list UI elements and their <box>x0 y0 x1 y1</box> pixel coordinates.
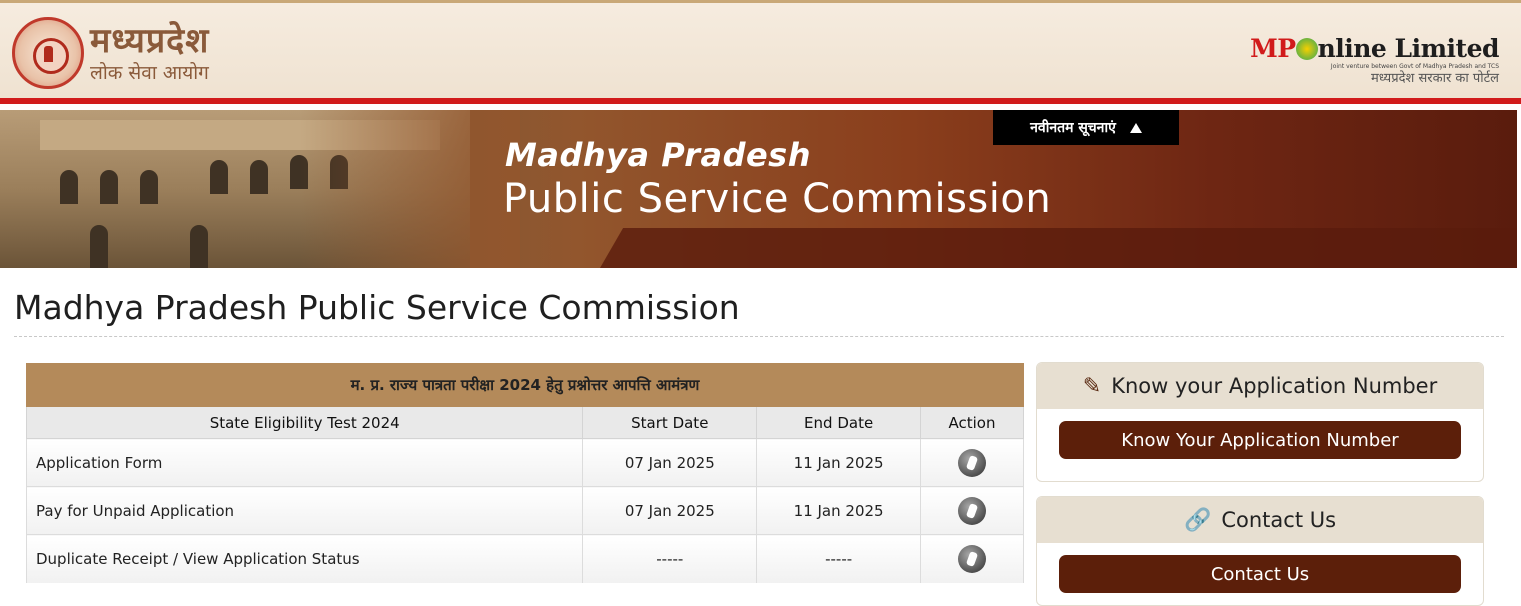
banner-title-line2: Public Service Commission <box>503 176 1052 222</box>
triangle-up-icon <box>1129 122 1142 133</box>
latest-news-label: नवीनतम सूचनाएं <box>1030 120 1116 136</box>
row-end-date: 11 Jan 2025 <box>756 438 922 487</box>
logo-line2: लोक सेवा आयोग <box>90 62 209 84</box>
mponline-logo[interactable]: MP nline Limited Joint venture between Go… <box>1250 35 1499 87</box>
click-icon[interactable] <box>958 544 987 573</box>
contact-panel: 🔗 Contact Us Contact Us <box>1036 496 1484 606</box>
mponline-hindi: मध्यप्रदेश सरकार का पोर्टल <box>1371 71 1499 86</box>
col-header-test: State Eligibility Test 2024 <box>25 406 584 439</box>
logo-line1: मध्यप्रदेश <box>90 21 210 61</box>
schedule-table: म. प्र. राज्य पात्रता परीक्षा 2024 हेतु … <box>25 363 1024 583</box>
edit-icon: ✎ <box>1082 373 1102 399</box>
table-caption: म. प्र. राज्य पात्रता परीक्षा 2024 हेतु … <box>26 363 1024 407</box>
contact-heading: 🔗 Contact Us <box>1037 497 1483 543</box>
row-start-date: ----- <box>582 534 758 583</box>
mponline-title: MP nline Limited <box>1250 35 1499 63</box>
mponline-subtitle: Joint venture between Govt of Madhya Pra… <box>1330 63 1499 70</box>
row-name: Application Form <box>25 438 584 487</box>
row-name: Duplicate Receipt / View Application Sta… <box>25 534 584 583</box>
row-start-date: 07 Jan 2025 <box>582 438 758 487</box>
col-header-end: End Date <box>756 406 922 439</box>
page-title: Madhya Pradesh Public Service Commission <box>14 288 740 327</box>
hero-banner: Madhya Pradesh Public Service Commission <box>0 110 1517 268</box>
table-row: Duplicate Receipt / View Application Sta… <box>25 534 1024 583</box>
mp-emblem-icon <box>12 17 84 89</box>
row-start-date: 07 Jan 2025 <box>582 486 758 535</box>
click-icon[interactable] <box>958 448 987 477</box>
contact-us-button[interactable]: Contact Us <box>1059 555 1461 593</box>
mppsc-logo[interactable]: मध्यप्रदेश लोक सेवा आयोग <box>12 17 209 89</box>
table-row: Pay for Unpaid Application 07 Jan 2025 1… <box>25 486 1024 535</box>
know-application-heading: ✎ Know your Application Number <box>1037 363 1483 409</box>
row-action <box>920 534 1024 583</box>
col-header-start: Start Date <box>582 406 758 439</box>
mponline-mp: MP <box>1250 34 1296 63</box>
contact-heading-text: Contact Us <box>1221 508 1337 532</box>
click-icon[interactable] <box>958 496 987 525</box>
row-name: Pay for Unpaid Application <box>25 486 584 535</box>
know-application-button[interactable]: Know Your Application Number <box>1059 421 1461 459</box>
banner-title-line1: Madhya Pradesh <box>505 136 811 174</box>
col-header-action: Action <box>920 406 1024 439</box>
row-action <box>920 438 1024 487</box>
latest-news-toggle[interactable]: नवीनतम सूचनाएं <box>993 110 1179 145</box>
mponline-rest: nline Limited <box>1317 34 1500 63</box>
logo-text: मध्यप्रदेश लोक सेवा आयोग <box>90 21 209 85</box>
know-application-heading-text: Know your Application Number <box>1111 374 1438 398</box>
table-row: Application Form 07 Jan 2025 11 Jan 2025 <box>25 438 1024 487</box>
site-header: मध्यप्रदेश लोक सेवा आयोग MP nline Limited… <box>0 0 1521 104</box>
row-end-date: ----- <box>756 534 922 583</box>
row-action <box>920 486 1024 535</box>
link-icon: 🔗 <box>1183 507 1212 533</box>
know-application-panel: ✎ Know your Application Number Know Your… <box>1036 362 1484 482</box>
divider <box>14 336 1504 337</box>
row-end-date: 11 Jan 2025 <box>756 486 922 535</box>
building-image <box>0 110 520 268</box>
globe-icon <box>1295 38 1318 60</box>
